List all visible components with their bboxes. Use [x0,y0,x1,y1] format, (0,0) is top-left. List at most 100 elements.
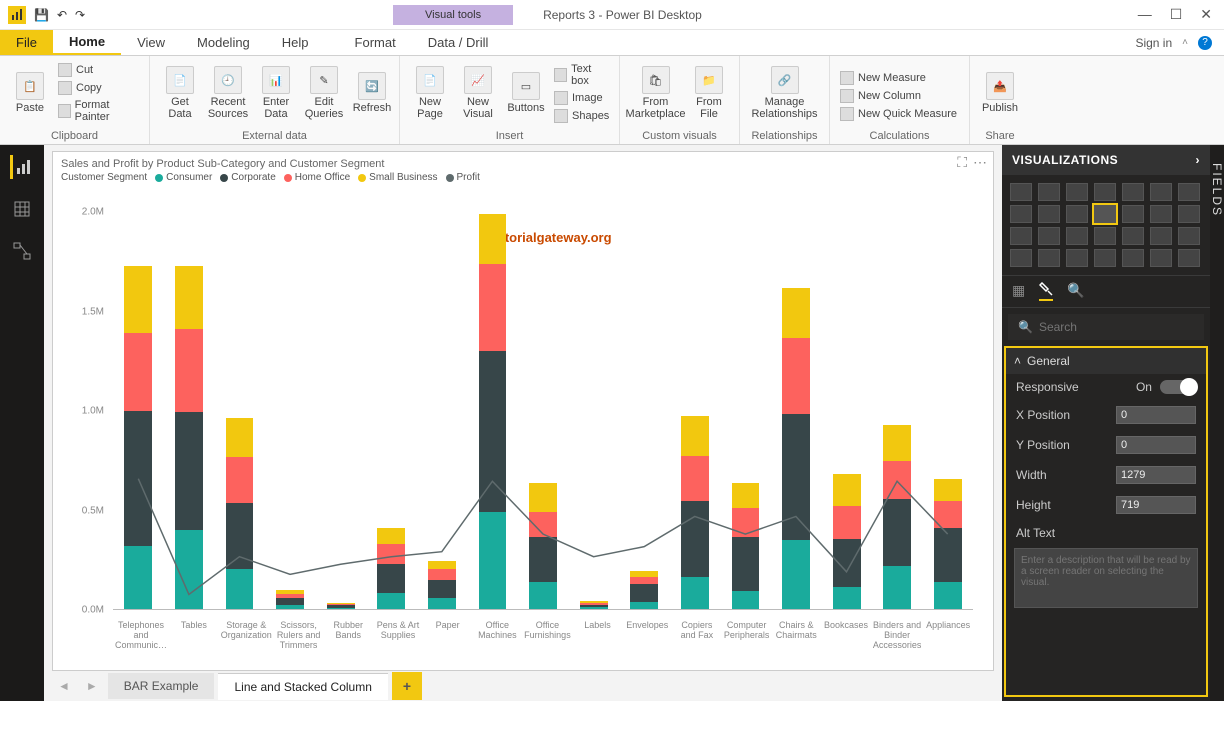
viz-type-10[interactable] [1094,205,1116,223]
viz-type-18[interactable] [1122,227,1144,245]
analytics-tab-icon[interactable]: 🔍 [1067,282,1084,301]
focus-mode-icon[interactable]: ⛶ [957,154,967,171]
tab-help[interactable]: Help [266,30,325,55]
viz-type-27[interactable] [1178,249,1200,267]
bar-column[interactable] [568,212,619,609]
viz-type-20[interactable] [1178,227,1200,245]
bar-column[interactable] [467,212,518,609]
enter-data-button[interactable]: 📊Enter Data [252,64,300,122]
viz-type-19[interactable] [1150,227,1172,245]
general-section-header[interactable]: ˄General [1006,348,1206,374]
page-prev-icon[interactable]: ◄ [52,679,76,693]
viz-type-16[interactable] [1066,227,1088,245]
from-marketplace-button[interactable]: 🛍From Marketplace [626,64,685,122]
viz-type-2[interactable] [1066,183,1088,201]
page-tab-line-stacked[interactable]: Line and Stacked Column [218,673,387,700]
new-measure-button[interactable]: New Measure [836,70,961,86]
tab-format[interactable]: Format [339,30,412,55]
viz-type-15[interactable] [1038,227,1060,245]
viz-type-7[interactable] [1010,205,1032,223]
fields-panel-collapsed[interactable]: FIELDS [1210,145,1224,701]
chevron-up-icon[interactable]: ˄ [1182,37,1188,48]
viz-type-8[interactable] [1038,205,1060,223]
viz-type-14[interactable] [1010,227,1032,245]
visualizations-header[interactable]: VISUALIZATIONS› [1002,145,1210,175]
data-view-icon[interactable] [10,197,34,221]
model-view-icon[interactable] [10,239,34,263]
from-file-button[interactable]: 📁From File [685,64,733,122]
bar-column[interactable] [518,212,569,609]
new-visual-button[interactable]: 📈New Visual [454,64,502,122]
search-input[interactable] [1039,320,1194,334]
cut-button[interactable]: Cut [54,62,143,78]
viz-type-24[interactable] [1094,249,1116,267]
new-quick-measure-button[interactable]: New Quick Measure [836,106,961,122]
xpos-input[interactable] [1116,406,1196,424]
ypos-input[interactable] [1116,436,1196,454]
bar-column[interactable] [923,212,974,609]
bar-column[interactable] [771,212,822,609]
bar-column[interactable] [265,212,316,609]
sign-in-link[interactable]: Sign in [1135,36,1172,50]
image-button[interactable]: Image [550,90,613,106]
save-icon[interactable]: 💾 [34,8,49,22]
bar-column[interactable] [214,212,265,609]
new-column-button[interactable]: New Column [836,88,961,104]
bar-column[interactable] [821,212,872,609]
viz-type-11[interactable] [1122,205,1144,223]
viz-type-3[interactable] [1094,183,1116,201]
shapes-button[interactable]: Shapes [550,108,613,124]
viz-type-9[interactable] [1066,205,1088,223]
bar-column[interactable] [366,212,417,609]
viz-type-6[interactable] [1178,183,1200,201]
undo-icon[interactable]: ↶ [57,8,67,22]
recent-sources-button[interactable]: 🕘Recent Sources [204,64,252,122]
viz-type-25[interactable] [1122,249,1144,267]
bar-column[interactable] [619,212,670,609]
viz-type-17[interactable] [1094,227,1116,245]
help-icon[interactable]: ? [1198,36,1212,50]
bar-column[interactable] [113,212,164,609]
buttons-button[interactable]: ▭Buttons [502,70,550,116]
bar-column[interactable] [872,212,923,609]
bar-column[interactable] [164,212,215,609]
bar-column[interactable] [315,212,366,609]
tab-data-drill[interactable]: Data / Drill [412,30,505,55]
refresh-button[interactable]: 🔄Refresh [348,70,396,116]
tab-file[interactable]: File [0,30,53,55]
maximize-icon[interactable]: ☐ [1170,6,1183,23]
tab-modeling[interactable]: Modeling [181,30,266,55]
edit-queries-button[interactable]: ✎Edit Queries [300,64,348,122]
viz-type-21[interactable] [1010,249,1032,267]
minimize-icon[interactable]: — [1138,6,1152,23]
copy-button[interactable]: Copy [54,80,143,96]
width-input[interactable] [1116,466,1196,484]
responsive-toggle[interactable] [1160,380,1196,394]
bar-column[interactable] [417,212,468,609]
page-tab-bar-example[interactable]: BAR Example [108,673,215,699]
viz-type-5[interactable] [1150,183,1172,201]
report-view-icon[interactable] [10,155,34,179]
close-icon[interactable]: ✕ [1200,6,1212,23]
viz-type-23[interactable] [1066,249,1088,267]
bar-column[interactable] [670,212,721,609]
tab-home[interactable]: Home [53,30,121,55]
format-search[interactable]: 🔍 [1008,314,1204,340]
fields-tab-icon[interactable]: ▦ [1012,282,1025,301]
viz-type-4[interactable] [1122,183,1144,201]
tab-view[interactable]: View [121,30,181,55]
textbox-button[interactable]: Text box [550,62,613,88]
new-page-button[interactable]: 📄New Page [406,64,454,122]
more-options-icon[interactable]: ⋯ [973,154,987,171]
alttext-input[interactable] [1014,548,1198,608]
viz-type-0[interactable] [1010,183,1032,201]
page-next-icon[interactable]: ► [80,679,104,693]
chart-visual[interactable]: ⛶⋯ Sales and Profit by Product Sub-Categ… [52,151,994,671]
format-tab-icon[interactable] [1039,282,1053,301]
bar-column[interactable] [720,212,771,609]
paste-button[interactable]: 📋Paste [6,70,54,116]
height-input[interactable] [1116,496,1196,514]
viz-type-12[interactable] [1150,205,1172,223]
publish-button[interactable]: 📤Publish [976,70,1024,116]
get-data-button[interactable]: 📄Get Data [156,64,204,122]
